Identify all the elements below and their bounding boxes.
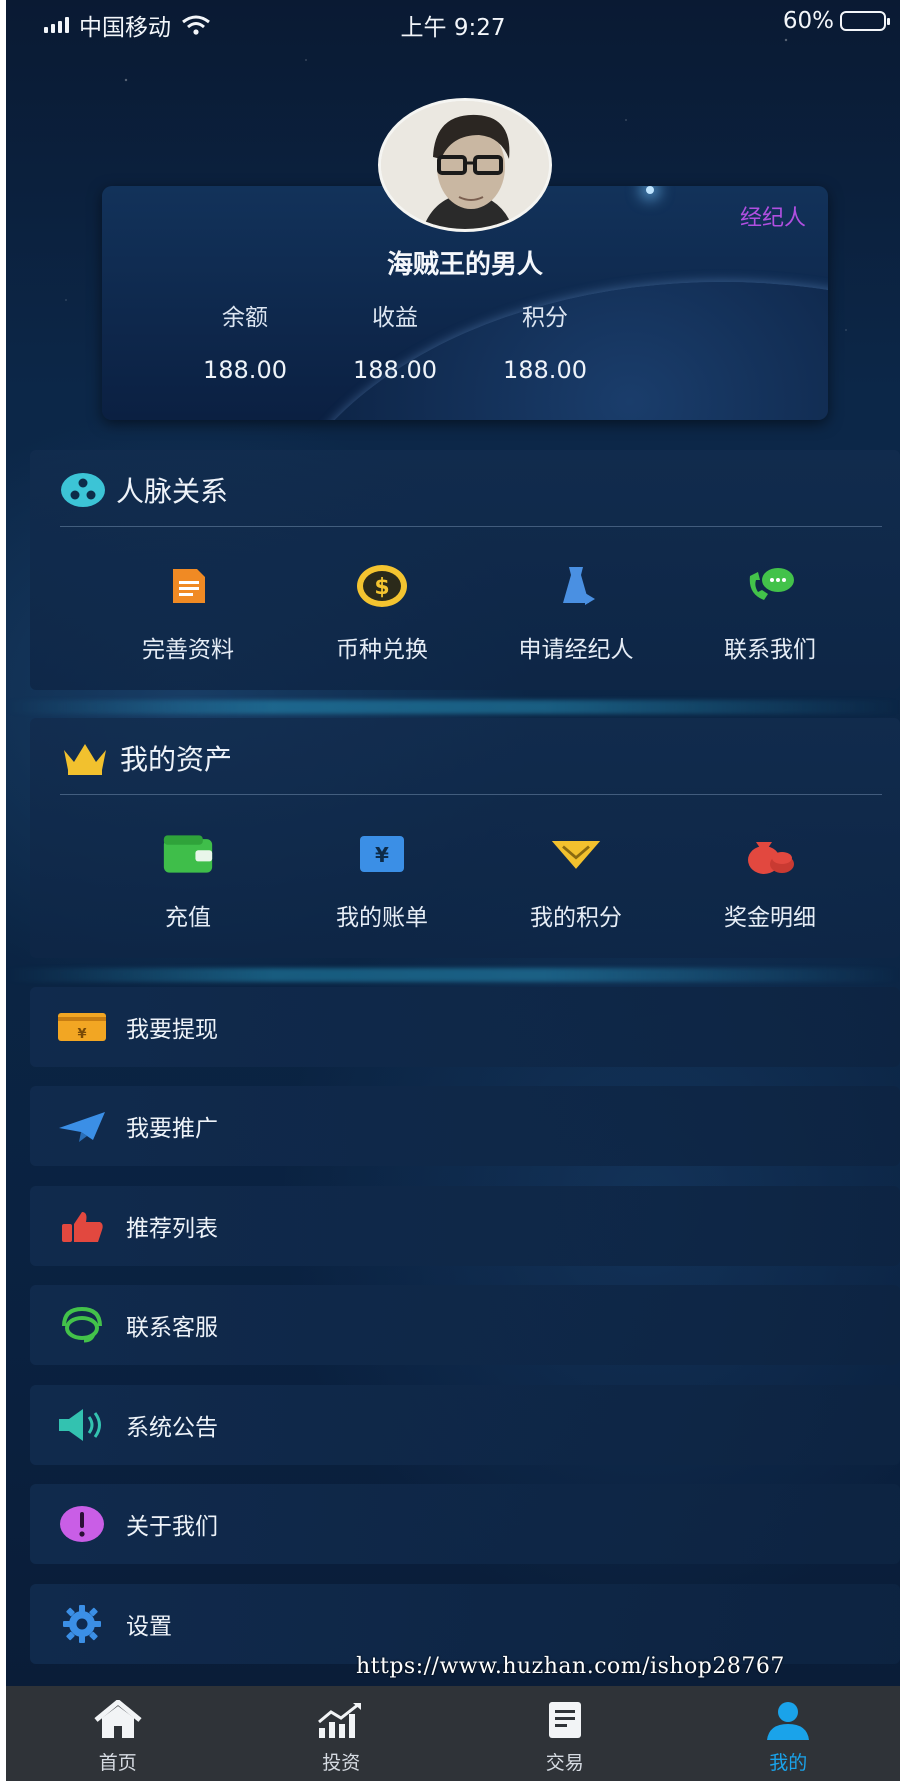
menu-item-announcement[interactable]: 系统公告 — [30, 1385, 900, 1465]
grid-item-label: 我的账单 — [336, 905, 428, 931]
points-icon — [551, 841, 601, 869]
username: 海贼王的男人 — [386, 250, 543, 280]
tab-mine[interactable]: 我的 — [677, 1686, 900, 1781]
grid-item-label: 奖金明细 — [724, 905, 816, 931]
grid-item-bonus-detail[interactable]: 奖金明细 — [680, 828, 860, 932]
headset-icon — [62, 1306, 102, 1343]
tab-home[interactable]: 首页 — [6, 1686, 230, 1781]
grid-item-contact-us[interactable]: 联系我们 — [680, 560, 860, 664]
stat-value: 188.00 — [203, 356, 287, 384]
avatar-portrait-icon — [381, 101, 549, 229]
menu-item-about-us[interactable]: 关于我们 — [30, 1484, 900, 1564]
grid-item-apply-agent[interactable]: 申请经纪人 — [486, 560, 666, 664]
menu-item-withdraw[interactable]: ¥ 我要提现 — [30, 987, 900, 1067]
grid-item-currency-exchange[interactable]: $ 币种兑换 — [292, 560, 472, 664]
grid-item-profile[interactable]: 完善资料 — [98, 560, 278, 664]
paper-plane-icon — [59, 1112, 105, 1142]
bill-icon: ¥ — [360, 836, 404, 872]
menu-item-label: 设置 — [126, 1614, 172, 1640]
menu-item-label: 我要推广 — [126, 1116, 218, 1142]
stat-income[interactable]: 收益 188.00 — [320, 298, 470, 384]
battery-icon — [840, 11, 890, 31]
grid-item-label: 联系我们 — [724, 637, 816, 663]
user-icon — [767, 1702, 810, 1740]
phone-chat-icon — [749, 568, 794, 600]
menu-item-settings[interactable]: 设置 — [30, 1584, 900, 1664]
menu-item-customer-service[interactable]: 联系客服 — [30, 1285, 900, 1365]
network-icon — [61, 473, 105, 507]
grid-item-recharge[interactable]: 充值 — [98, 828, 278, 932]
app-screen: 中国移动 上午 9:27 60% 经纪人 海贼王的男人 余额 188.00 收益 — [6, 0, 900, 1781]
menu-item-label: 关于我们 — [126, 1514, 218, 1540]
section-title: 人脉关系 — [116, 475, 229, 508]
menu-item-referral-list[interactable]: 推荐列表 — [30, 1186, 900, 1266]
bonus-bag-icon — [748, 842, 794, 874]
gear-icon — [63, 1605, 101, 1643]
withdraw-card-icon: ¥ — [58, 1013, 106, 1042]
grid-item-my-bill[interactable]: ¥ 我的账单 — [292, 828, 472, 932]
crown-icon — [64, 744, 106, 775]
divider — [60, 794, 882, 795]
avatar[interactable] — [378, 98, 552, 232]
divider — [60, 526, 882, 527]
tab-invest[interactable]: 投资 — [230, 1686, 454, 1781]
document-icon — [173, 569, 205, 603]
stat-label: 收益 — [372, 305, 418, 331]
bottom-tab-bar: 首页 投资 交易 我的 — [6, 1686, 900, 1781]
menu-item-label: 推荐列表 — [126, 1216, 218, 1242]
svg-text:$: $ — [374, 575, 389, 600]
thumbs-up-icon — [62, 1212, 103, 1242]
stat-label: 余额 — [222, 305, 268, 331]
speaker-icon — [59, 1409, 101, 1441]
watermark-url: https://www.huzhan.com/ishop28767 — [356, 1654, 785, 1679]
grid-item-label: 币种兑换 — [336, 637, 428, 663]
menu-item-label: 系统公告 — [126, 1415, 218, 1441]
grid-item-label: 我的积分 — [530, 905, 622, 931]
menu-item-promote[interactable]: 我要推广 — [30, 1086, 900, 1166]
network-section: 人脉关系 完善资料 $ 币种兑换 申请经纪人 联系我们 — [30, 450, 900, 690]
tab-label: 我的 — [769, 1752, 808, 1774]
home-icon — [94, 1700, 142, 1738]
grid-item-label: 申请经纪人 — [518, 637, 634, 663]
agent-icon — [563, 567, 595, 605]
chart-icon — [318, 1702, 362, 1738]
battery-percent: 60% — [782, 8, 834, 34]
tab-label: 投资 — [322, 1752, 361, 1774]
svg-text:¥: ¥ — [77, 1027, 86, 1042]
assets-section: 我的资产 充值 ¥ 我的账单 我的积分 奖金明细 — [30, 718, 900, 958]
wallet-icon — [163, 835, 213, 873]
menu-item-label: 联系客服 — [126, 1315, 218, 1341]
grid-item-label: 完善资料 — [142, 637, 234, 663]
tab-label: 首页 — [98, 1752, 137, 1774]
grid-item-label: 充值 — [165, 905, 211, 931]
stat-value: 188.00 — [503, 356, 587, 384]
grid-item-my-points[interactable]: 我的积分 — [486, 828, 666, 932]
status-bar: 中国移动 上午 9:27 60% — [6, 0, 900, 42]
stat-value: 188.00 — [353, 356, 437, 384]
stat-label: 积分 — [522, 305, 568, 331]
role-badge[interactable]: 经纪人 — [740, 200, 806, 232]
section-title: 我的资产 — [120, 743, 233, 776]
account-stats: 余额 188.00 收益 188.00 积分 188.00 — [170, 298, 620, 384]
stat-balance[interactable]: 余额 188.00 — [170, 298, 320, 384]
stat-points[interactable]: 积分 188.00 — [470, 298, 620, 384]
svg-text:¥: ¥ — [375, 843, 389, 867]
info-exclamation-icon — [60, 1506, 104, 1542]
clock: 上午 9:27 — [400, 15, 506, 41]
menu-item-label: 我要提现 — [126, 1017, 218, 1043]
coin-exchange-icon: $ — [357, 565, 407, 607]
document-icon — [548, 1702, 581, 1738]
tab-label: 交易 — [545, 1752, 584, 1774]
tab-trade[interactable]: 交易 — [453, 1686, 677, 1781]
